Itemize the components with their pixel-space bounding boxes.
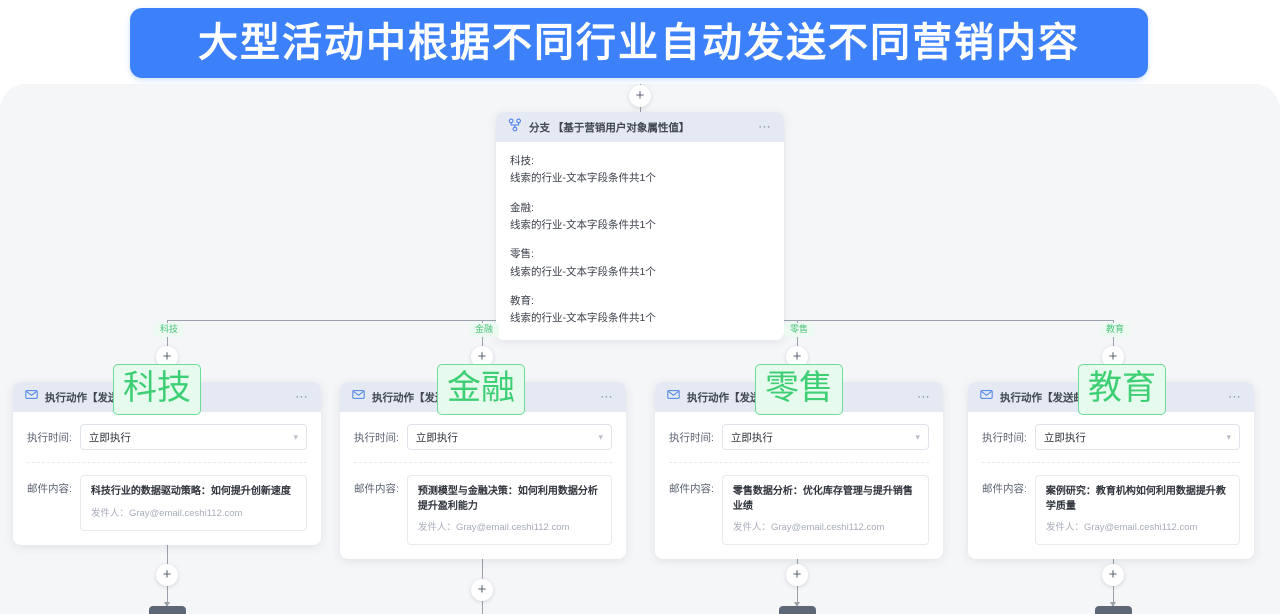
mail-content-box[interactable]: 案例研究：教育机构如何利用数据提升教学质量 发件人：Gray@email.ces… (1034, 475, 1240, 546)
mail-sender: 发件人：Gray@email.ceshi112.com (417, 522, 570, 533)
branch-condition-group: 科技: 线索的行业-文本字段条件共1个 (510, 153, 770, 188)
branch-condition-value: 线索的行业-文本字段条件共1个 (510, 265, 656, 278)
mail-sender: 发件人：Gray@email.ceshi112.com (732, 522, 885, 533)
workflow-canvas[interactable]: + 分支 【基于营销用户对象属性值】 ⋯ 科技: 线索的行业-文本字段条件共1个 (0, 84, 1280, 614)
execution-time-label: 执行时间: (669, 432, 714, 444)
branch-condition-key: 科技: (510, 155, 534, 167)
edge-label-finance: 金融 (469, 323, 500, 337)
execution-time-value: 立即执行 (88, 431, 131, 444)
branch-node-body: 科技: 线索的行业-文本字段条件共1个 金融: 线索的行业-文本字段条件共1个 … (496, 142, 784, 340)
mail-content-label: 邮件内容: (27, 483, 72, 495)
mail-content-row: 邮件内容: 案例研究：教育机构如何利用数据提升教学质量 发件人：Gray@ema… (982, 463, 1240, 546)
action-node-body: 执行时间: 立即执行 ▾ 邮件内容: 零售数据分析：优化库存管理与提升销售业绩 … (655, 412, 943, 559)
action-node-body: 执行时间: 立即执行 ▾ 邮件内容: 案例研究：教育机构如何利用数据提升教学质量… (968, 412, 1254, 559)
annotation-education: 教育 (1078, 364, 1166, 415)
title-banner: 大型活动中根据不同行业自动发送不同营销内容 (130, 8, 1148, 78)
chevron-down-icon: ▾ (915, 431, 920, 442)
add-node-button-col-4[interactable]: + (1102, 564, 1124, 586)
mail-subject: 预测模型与金融决策：如何利用数据分析提升盈利能力 (417, 486, 598, 512)
mail-subject: 零售数据分析：优化库存管理与提升销售业绩 (732, 486, 913, 512)
mail-content-label: 邮件内容: (354, 483, 399, 495)
mail-content-box[interactable]: 预测模型与金融决策：如何利用数据分析提升盈利能力 发件人：Gray@email.… (406, 475, 612, 546)
edge-label-tech: 科技 (154, 323, 185, 337)
branch-condition-value: 线索的行业-文本字段条件共1个 (510, 312, 656, 325)
mail-icon (980, 388, 993, 406)
mail-subject: 案例研究：教育机构如何利用数据提升教学质量 (1045, 486, 1226, 512)
branch-icon (508, 118, 522, 137)
action-node-body: 执行时间: 立即执行 ▾ 邮件内容: 科技行业的数据驱动策略：如何提升创新速度 … (13, 412, 321, 545)
annotation-retail: 零售 (755, 364, 843, 415)
branch-condition-key: 零售: (510, 248, 534, 261)
mail-content-row: 邮件内容: 预测模型与金融决策：如何利用数据分析提升盈利能力 发件人：Gray@… (354, 463, 612, 546)
branch-node[interactable]: 分支 【基于营销用户对象属性值】 ⋯ 科技: 线索的行业-文本字段条件共1个 金… (496, 112, 784, 340)
add-node-button-col-2[interactable]: + (471, 579, 493, 601)
banner-title: 大型活动中根据不同行业自动发送不同营销内容 (198, 21, 1080, 65)
branch-condition-group: 金融: 线索的行业-文本字段条件共1个 (510, 200, 770, 235)
add-node-button-col-3[interactable]: + (786, 564, 808, 586)
annotation-finance: 金融 (437, 364, 525, 415)
mail-sender: 发件人：Gray@email.ceshi112.com (90, 507, 243, 519)
mail-content-row: 邮件内容: 科技行业的数据驱动策略：如何提升创新速度 发件人：Gray@emai… (27, 463, 307, 531)
edge-label-education: 教育 (1100, 323, 1131, 337)
mail-content-label: 邮件内容: (982, 483, 1027, 495)
chevron-down-icon: ▾ (598, 431, 603, 442)
action-node-body: 执行时间: 立即执行 ▾ 邮件内容: 预测模型与金融决策：如何利用数据分析提升盈… (340, 412, 626, 559)
execution-time-row: 执行时间: 立即执行 ▾ (354, 412, 612, 450)
branch-condition-value: 线索的行业-文本字段条件共1个 (510, 218, 656, 231)
execution-time-select[interactable]: 立即执行 ▾ (79, 424, 307, 450)
more-options-icon[interactable]: ⋯ (600, 390, 614, 403)
execution-time-select[interactable]: 立即执行 ▾ (1034, 424, 1240, 450)
next-node-stub-4[interactable] (1095, 606, 1132, 614)
execution-time-select[interactable]: 立即执行 ▾ (406, 424, 612, 450)
execution-time-row: 执行时间: 立即执行 ▾ (669, 412, 929, 450)
more-options-icon[interactable]: ⋯ (1228, 390, 1242, 403)
next-node-stub-1[interactable] (149, 606, 186, 614)
branch-node-title: 分支 【基于营销用户对象属性值】 (529, 121, 690, 134)
mail-icon (352, 388, 365, 406)
more-options-icon[interactable]: ⋯ (295, 390, 309, 403)
more-options-icon[interactable]: ⋯ (758, 120, 772, 133)
annotation-tech: 科技 (113, 364, 201, 415)
execution-time-label: 执行时间: (27, 432, 72, 444)
execution-time-label: 执行时间: (982, 432, 1027, 444)
more-options-icon[interactable]: ⋯ (917, 390, 931, 403)
execution-time-select[interactable]: 立即执行 ▾ (721, 424, 929, 450)
mail-content-box[interactable]: 零售数据分析：优化库存管理与提升销售业绩 发件人：Gray@email.cesh… (721, 475, 929, 546)
execution-time-row: 执行时间: 立即执行 ▾ (982, 412, 1240, 450)
mail-content-label: 邮件内容: (669, 483, 714, 495)
execution-time-value: 立即执行 (730, 431, 773, 444)
mail-icon (667, 388, 680, 406)
branch-condition-group: 教育: 线索的行业-文本字段条件共1个 (510, 293, 770, 328)
branch-condition-value: 线索的行业-文本字段条件共1个 (510, 172, 656, 185)
mail-content-box[interactable]: 科技行业的数据驱动策略：如何提升创新速度 发件人：Gray@email.cesh… (79, 475, 307, 531)
branch-node-header: 分支 【基于营销用户对象属性值】 ⋯ (496, 112, 784, 142)
mail-sender: 发件人：Gray@email.ceshi112.com (1045, 522, 1198, 533)
mail-icon (25, 388, 38, 406)
add-node-button-col-1[interactable]: + (156, 564, 178, 586)
chevron-down-icon: ▾ (1226, 431, 1231, 442)
execution-time-row: 执行时间: 立即执行 ▾ (27, 412, 307, 450)
next-node-stub-3[interactable] (779, 606, 816, 614)
execution-time-value: 立即执行 (415, 431, 458, 444)
branch-condition-group: 零售: 线索的行业-文本字段条件共1个 (510, 246, 770, 281)
execution-time-label: 执行时间: (354, 432, 399, 444)
connector-tail-2b (482, 601, 483, 614)
branch-condition-key: 教育: (510, 294, 534, 307)
edge-label-retail: 零售 (784, 323, 815, 337)
branch-condition-key: 金融: (510, 201, 534, 214)
add-node-button-top[interactable]: + (629, 85, 651, 107)
mail-content-row: 邮件内容: 零售数据分析：优化库存管理与提升销售业绩 发件人：Gray@emai… (669, 463, 929, 546)
chevron-down-icon: ▾ (293, 431, 298, 442)
mail-subject: 科技行业的数据驱动策略：如何提升创新速度 (90, 486, 291, 497)
execution-time-value: 立即执行 (1043, 431, 1086, 444)
